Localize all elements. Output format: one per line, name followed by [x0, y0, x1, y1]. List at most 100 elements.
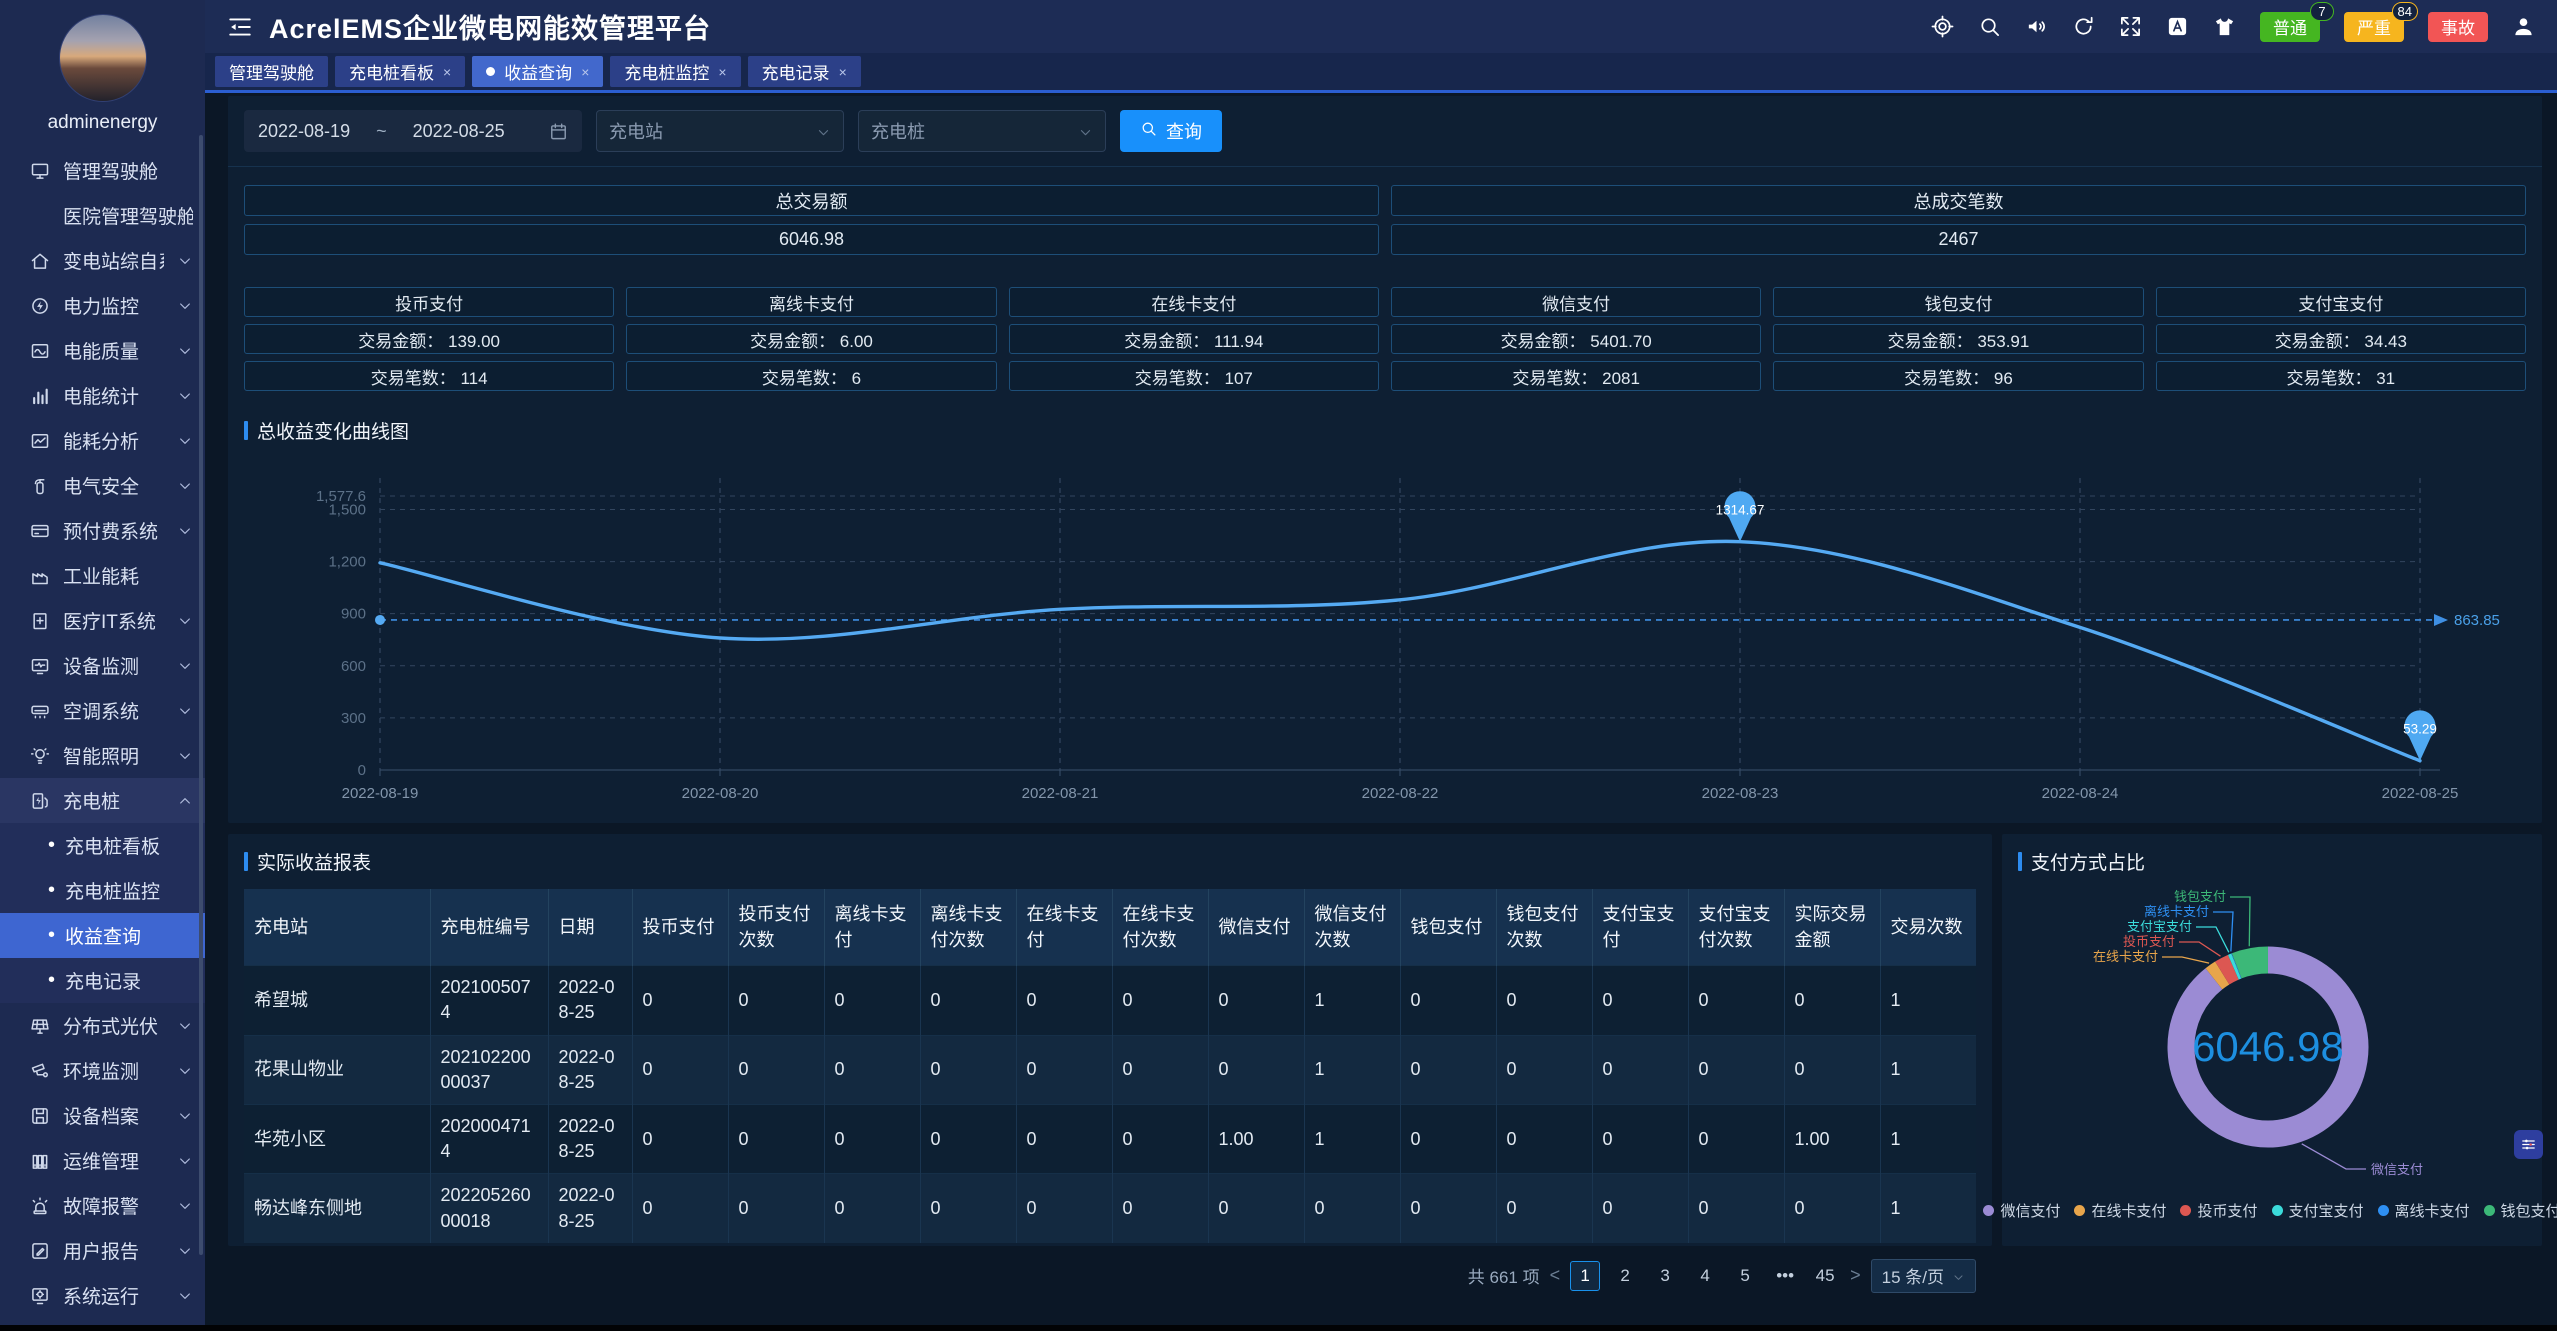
svg-text:2022-08-20: 2022-08-20: [682, 785, 759, 802]
sidebar-subitem[interactable]: •充电桩监控: [0, 868, 205, 913]
fullscreen-icon[interactable]: [2119, 15, 2142, 38]
chevron-down-icon: [1952, 1271, 1965, 1284]
table-column-header[interactable]: 充电站: [244, 889, 430, 966]
legend-item[interactable]: 微信支付: [1983, 1200, 2060, 1221]
sidebar-item[interactable]: 变电站综自系统: [0, 238, 205, 283]
sidebar-item[interactable]: 智能照明: [0, 733, 205, 778]
sidebar-item[interactable]: 充电桩: [0, 778, 205, 823]
sidebar-item-label: 智能照明: [63, 742, 164, 769]
table-row[interactable]: 花果山物业202102200000372022-08-2500000001000…: [244, 1035, 1976, 1104]
page-button[interactable]: 45: [1810, 1261, 1840, 1291]
settings-float-button[interactable]: [2514, 1130, 2543, 1159]
page-button[interactable]: •••: [1770, 1261, 1800, 1291]
table-column-header[interactable]: 在线卡支付: [1016, 889, 1112, 966]
table-column-header[interactable]: 支付宝支付: [1592, 889, 1688, 966]
page-size-select[interactable]: 15 条/页: [1871, 1259, 1976, 1293]
prev-page-button[interactable]: <: [1550, 1265, 1561, 1286]
sidebar-subitem[interactable]: •充电记录: [0, 958, 205, 1003]
menu-collapse-icon[interactable]: [227, 14, 253, 40]
tab-close-icon[interactable]: ×: [581, 64, 589, 80]
table-column-header[interactable]: 离线卡支付次数: [920, 889, 1016, 966]
alarm-badge[interactable]: 普通7: [2260, 12, 2320, 42]
table-column-header[interactable]: 钱包支付次数: [1496, 889, 1592, 966]
table-column-header[interactable]: 交易次数: [1880, 889, 1976, 966]
tab-close-icon[interactable]: ×: [839, 64, 847, 80]
query-button[interactable]: 查询: [1120, 110, 1222, 152]
dashboard-screen-icon[interactable]: [1931, 15, 1954, 38]
system-run-icon: [30, 1286, 50, 1306]
table-column-header[interactable]: 支付宝支付次数: [1688, 889, 1784, 966]
sidebar-item[interactable]: 空调系统: [0, 688, 205, 733]
sidebar-item[interactable]: 运维管理: [0, 1138, 205, 1183]
refresh-icon[interactable]: [2072, 15, 2095, 38]
avatar-wrap: adminenergy: [0, 0, 205, 134]
translate-icon[interactable]: [2166, 15, 2189, 38]
sidebar-item[interactable]: 分布式光伏: [0, 1003, 205, 1048]
table-row[interactable]: 华苑小区20200047142022-08-250000001.00100001…: [244, 1104, 1976, 1173]
sidebar-item[interactable]: 用户报告: [0, 1228, 205, 1273]
chevron-down-icon: [816, 124, 831, 139]
tab[interactable]: 充电记录×: [748, 56, 861, 87]
tab[interactable]: 管理驾驶舱: [215, 56, 328, 87]
sidebar-item[interactable]: 电能统计: [0, 373, 205, 418]
page-button[interactable]: 3: [1650, 1261, 1680, 1291]
sidebar-item[interactable]: 设备监测: [0, 643, 205, 688]
tab-close-icon[interactable]: ×: [443, 64, 451, 80]
station-select[interactable]: 充电站: [596, 110, 844, 152]
alarm-badge[interactable]: 事故: [2428, 12, 2488, 42]
sidebar-item[interactable]: 医院管理驾驶舱: [0, 193, 205, 238]
legend-item[interactable]: 在线卡支付: [2074, 1200, 2166, 1221]
user-icon[interactable]: [2512, 15, 2535, 38]
table-column-header[interactable]: 微信支付: [1208, 889, 1304, 966]
sidebar-item[interactable]: 故障报警: [0, 1183, 205, 1228]
sidebar-item[interactable]: 管理驾驶舱: [0, 148, 205, 193]
sidebar-subitem[interactable]: •充电桩看板: [0, 823, 205, 868]
table-column-header[interactable]: 实际交易金额: [1784, 889, 1880, 966]
legend-item[interactable]: 钱包支付: [2484, 1200, 2557, 1221]
sidebar-item[interactable]: 系统运行: [0, 1273, 205, 1318]
table-cell: 0: [920, 1104, 1016, 1173]
sidebar-item[interactable]: 电力监控: [0, 283, 205, 328]
table-row[interactable]: 希望城20210050742022-08-2500000001000001: [244, 966, 1976, 1035]
table-column-header[interactable]: 日期: [548, 889, 632, 966]
table-column-header[interactable]: 投币支付次数: [728, 889, 824, 966]
page-button[interactable]: 1: [1570, 1261, 1600, 1291]
date-range-input[interactable]: 2022-08-19 ~ 2022-08-25: [244, 110, 582, 152]
sound-icon[interactable]: [2025, 15, 2048, 38]
sidebar-subitem-active[interactable]: •收益查询: [0, 913, 205, 958]
sidebar-item[interactable]: 电能质量: [0, 328, 205, 373]
page-button[interactable]: 4: [1690, 1261, 1720, 1291]
legend-item[interactable]: 离线卡支付: [2378, 1200, 2470, 1221]
tab-active[interactable]: 收益查询×: [472, 56, 603, 87]
theme-icon[interactable]: [2213, 15, 2236, 38]
table-column-header[interactable]: 在线卡支付次数: [1112, 889, 1208, 966]
sidebar-item[interactable]: 设备档案: [0, 1093, 205, 1138]
table-row[interactable]: 畅达峰东侧地202205260000182022-08-250000000000…: [244, 1174, 1976, 1243]
sidebar-scrollbar[interactable]: [199, 135, 203, 1255]
page-button[interactable]: 2: [1610, 1261, 1640, 1291]
avatar[interactable]: [59, 14, 147, 102]
tab-close-icon[interactable]: ×: [718, 64, 726, 80]
sidebar-item[interactable]: 医疗IT系统: [0, 598, 205, 643]
legend-item[interactable]: 支付宝支付: [2272, 1200, 2364, 1221]
next-page-button[interactable]: >: [1850, 1265, 1861, 1286]
page-button[interactable]: 5: [1730, 1261, 1760, 1291]
alarm-badge[interactable]: 严重84: [2344, 12, 2404, 42]
table-column-header[interactable]: 充电桩编号: [430, 889, 548, 966]
sidebar-item[interactable]: 电气安全: [0, 463, 205, 508]
total-count-card: 总成交笔数 2467: [1391, 185, 2526, 255]
tab[interactable]: 充电桩监控×: [610, 56, 740, 87]
table-column-header[interactable]: 投币支付: [632, 889, 728, 966]
table-column-header[interactable]: 离线卡支付: [824, 889, 920, 966]
pile-select[interactable]: 充电桩: [858, 110, 1106, 152]
sidebar-item[interactable]: 工业能耗: [0, 553, 205, 598]
sidebar-item[interactable]: 能耗分析: [0, 418, 205, 463]
svg-text:1,577.6: 1,577.6: [316, 488, 366, 505]
sidebar-item[interactable]: 环境监测: [0, 1048, 205, 1093]
table-column-header[interactable]: 钱包支付: [1400, 889, 1496, 966]
sidebar-item[interactable]: 预付费系统: [0, 508, 205, 553]
legend-item[interactable]: 投币支付: [2180, 1200, 2257, 1221]
tab[interactable]: 充电桩看板×: [335, 56, 465, 87]
table-column-header[interactable]: 微信支付次数: [1304, 889, 1400, 966]
search-icon[interactable]: [1978, 15, 2001, 38]
